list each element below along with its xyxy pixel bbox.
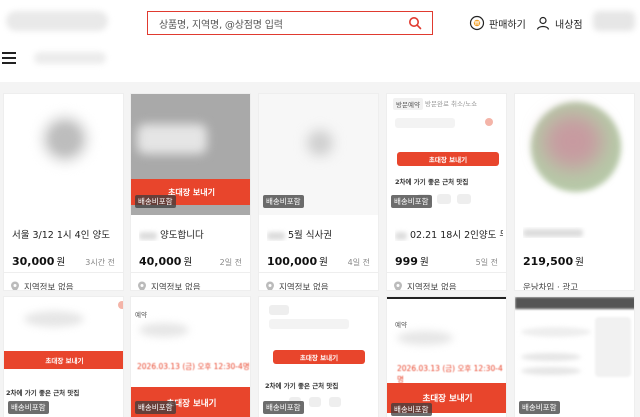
product-card[interactable]: 예약 2026.03.13 (금) 오후 12:30-4명 초대장 보내기 배송… [386,296,507,417]
shipping-badge: 배송비포함 [263,195,304,208]
profile-area[interactable] [593,11,635,31]
product-card[interactable]: 배송비포함 5월 식사권 100,000 원 4일 전 지역정보 없음 [258,93,379,291]
product-image: 배송비포함 [259,94,378,215]
product-time: 4일 전 [347,258,370,267]
product-image: 방문예약 방문완료 취소/노쇼 초대장 보내기 2차에 가기 좋은 근처 맛집 … [387,94,506,215]
menu-icon[interactable] [2,52,16,64]
shipping-badge: 배송비포함 [8,401,49,414]
location-pin-icon [394,281,402,290]
location-pin-icon [266,281,274,290]
invite-overlay: 초대장 보내기 [273,350,365,364]
product-card[interactable]: 초대장 보내기 배송비포함 양도합니다 40,000 원 2일 전 지역정보 없음 [130,93,251,291]
product-location: 지역정보 없음 [137,281,201,290]
product-time: 2일 전 [219,258,242,267]
reservation-date: 2026.03.13 (금) 오후 12:30-4명 [137,362,250,371]
product-location: 지역정보 없음 [10,281,74,290]
product-image [515,94,634,215]
product-time: 3시간 전 [85,258,115,267]
product-time: 5일 전 [475,258,498,267]
top-header: 상품명, 지역명, @상점명 입력 ₩ 판매하기 내상점 [0,0,640,82]
product-image: 예약 2026.03.13 (금) 오후 12:30-4명 초대장 보내기 배송… [387,297,506,417]
mystore-button[interactable]: 내상점 [535,12,583,34]
search-icon[interactable] [408,16,422,30]
nearby-caption: 2차에 가기 좋은 근처 맛집 [265,382,339,390]
product-grid: 서울 3/12 1시 4인 양도 30,000 원 3시간 전 지역정보 없음 초… [0,82,640,417]
tab-cancel: 취소/노쇼 [451,100,478,108]
card-divider [259,272,378,273]
location-pin-icon [11,281,19,290]
svg-text:₩: ₩ [475,21,480,27]
card-divider [387,272,506,273]
product-price: 40,000 원 [139,255,193,268]
product-card[interactable]: 초대장 보내기 2차에 가기 좋은 근처 맛집 배송비포함 [3,296,124,417]
product-image: 예약 2026.03.13 (금) 오후 12:30-4명 초대장 보내기 배송… [131,297,250,417]
product-card[interactable]: 초대장 보내기 2차에 가기 좋은 근처 맛집 배송비포함 [258,296,379,417]
product-title: 서울 3/12 1시 4인 양도 [12,230,110,241]
product-title: 양도합니다 [139,227,247,241]
product-card[interactable]: 방문예약 방문완료 취소/노쇼 초대장 보내기 2차에 가기 좋은 근처 맛집 … [386,93,507,291]
shipping-badge: 배송비포함 [391,195,432,208]
product-image: 배송비포함 [515,297,634,417]
reservation-date: 2026.03.13 (금) 오후 12:30-4명 [397,364,503,384]
shipping-badge: 배송비포함 [263,401,304,414]
product-title: 5월 식사권 [267,227,375,241]
product-location: 지역정보 없음 [265,281,329,290]
shipping-badge: 배송비포함 [519,401,560,414]
product-price: 999 원 [395,255,429,268]
invite-overlay: 초대장 보내기 [4,351,123,369]
sell-button[interactable]: ₩ 판매하기 [469,12,526,34]
product-image: 초대장 보내기 배송비포함 [131,94,250,215]
product-title: 02.21 18시 2인양도 무료 [395,227,503,241]
location-pin-icon [138,281,146,290]
shipping-badge: 배송비포함 [135,195,176,208]
product-card[interactable]: 서울 3/12 1시 4인 양도 30,000 원 3시간 전 지역정보 없음 [3,93,124,291]
product-price: 219,500 원 [523,255,584,268]
product-price: 100,000 원 [267,255,328,268]
category-label[interactable] [34,52,106,64]
product-price: 30,000 원 [12,255,66,268]
product-card[interactable]: 예약 2026.03.13 (금) 오후 12:30-4명 초대장 보내기 배송… [130,296,251,417]
card-divider [4,272,123,273]
ad-label: 운낭차입 · 광고 [523,283,579,291]
nearby-caption: 2차에 가기 좋은 근처 맛집 [395,178,469,186]
nearby-caption: 2차에 가기 좋은 근처 맛집 [6,389,80,397]
tab-visit-complete: 방문완료 [425,100,449,108]
reserve-label: 예약 [135,311,147,319]
sell-label: 판매하기 [489,19,526,31]
product-title-blurred [523,227,631,238]
tab-visit-reservation: 방문예약 [393,98,423,110]
card-divider [131,272,250,273]
user-icon [536,16,550,30]
sell-icon: ₩ [469,15,485,31]
search-box[interactable]: 상품명, 지역명, @상점명 입력 [147,11,433,35]
product-card-ad[interactable]: 219,500 원 운낭차입 · 광고 [514,93,635,291]
shipping-badge: 배송비포함 [135,401,176,414]
shipping-badge: 배송비포함 [391,403,432,416]
reserve-label: 예약 [395,321,407,329]
product-image: 초대장 보내기 2차에 가기 좋은 근처 맛집 배송비포함 [259,297,378,417]
product-image: 초대장 보내기 2차에 가기 좋은 근처 맛집 배송비포함 [4,297,123,417]
search-input[interactable]: 상품명, 지역명, @상점명 입력 [159,16,283,31]
product-image [4,94,123,215]
product-card[interactable]: 배송비포함 [514,296,635,417]
site-logo[interactable] [6,11,108,31]
invite-overlay: 초대장 보내기 [397,152,499,166]
product-location: 지역정보 없음 [393,281,457,290]
mystore-label: 내상점 [555,19,583,31]
